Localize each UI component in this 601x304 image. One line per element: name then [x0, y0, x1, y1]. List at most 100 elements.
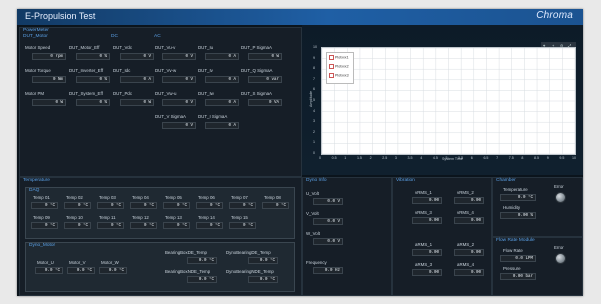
- pa-field-label: DUT_P SigmaA: [241, 45, 272, 50]
- pa-field-value: 0 V: [162, 99, 196, 106]
- bearing-field-value: 0.0 °C: [187, 276, 217, 283]
- pa-field-label: DUT_Idc: [113, 68, 131, 73]
- dyno-motor-field-label: Motor_U: [37, 260, 54, 265]
- temp-field-value: 0 °C: [130, 222, 157, 229]
- temp-field-label: Temp 02: [66, 195, 83, 200]
- x-tick-label: 3: [394, 156, 397, 160]
- temp-field-value: 0 °C: [64, 202, 91, 209]
- y-tick-label: 4: [313, 108, 315, 113]
- x-tick-label: 2: [369, 156, 372, 160]
- temp-field-value: 0 °C: [97, 222, 124, 229]
- temp-field-label: Temp 06: [198, 195, 215, 200]
- bearing-field-label: BearingBoxNDE_Temp: [165, 269, 211, 274]
- pa-field-label: DUT_Iw: [198, 91, 214, 96]
- dyno-info-field-value: 0.0 V: [313, 238, 343, 245]
- pa-field-label: DUT_Vdc: [113, 45, 133, 50]
- chart-legend: Plotxxx1 Plotxxx2 Plotxxx3: [326, 52, 354, 84]
- temp-field-value: 0 °C: [31, 222, 58, 229]
- pa-field-label: DUT_S SigmaA: [241, 91, 272, 96]
- pa-field-label: Motor PM: [25, 91, 45, 96]
- x-tick-label: 8: [521, 156, 524, 160]
- chamber-error-led: [555, 192, 566, 203]
- temperature-title: Temperature: [23, 178, 50, 183]
- pa-field-label: DUT_Pdc: [113, 91, 133, 96]
- chamber-title: Chamber: [496, 178, 516, 183]
- pa-field-value: 0 %: [76, 76, 110, 83]
- daq-title: DAQ: [29, 188, 40, 193]
- temp-field-value: 0 °C: [31, 202, 58, 209]
- temp-field-label: Temp 13: [165, 215, 182, 220]
- temp-field-value: 0 °C: [130, 202, 157, 209]
- section-dc: DC: [111, 34, 118, 39]
- vibration-panel: [392, 177, 492, 296]
- chart-xlabel: System Time: [442, 157, 463, 161]
- x-tick-label: 4.5: [432, 156, 438, 160]
- section-ac: AC: [154, 34, 161, 39]
- vibration-field-value: 0.00: [454, 197, 484, 204]
- vibration-field-label: aRMS_1: [415, 242, 433, 247]
- pressure-label: Pressure: [503, 266, 521, 271]
- pa-field-value: 0 W: [120, 99, 154, 106]
- x-tick-label: 6.5: [483, 156, 489, 160]
- pa-field-value: 0 A: [205, 76, 239, 83]
- x-tick-label: 1: [344, 156, 347, 160]
- pa-field-value: 0 A: [205, 99, 239, 106]
- dyno-motor-field-value: 0.0 °C: [67, 267, 95, 274]
- chamber-humidity-value: 0.00 %: [500, 212, 536, 219]
- section-dut-motor: DUT_Motor: [23, 34, 48, 39]
- pa-field-label: DUT_V SigmaA: [155, 114, 186, 119]
- vibration-field-value: 0.00: [412, 249, 442, 256]
- vibration-field-label: vRMS_1: [415, 190, 432, 195]
- x-tick-label: 9.5: [559, 156, 565, 160]
- bearing-field-value: 0.0 °C: [248, 257, 278, 264]
- vibration-field-value: 0.00: [454, 249, 484, 256]
- waveform-chart[interactable]: [321, 47, 576, 155]
- x-tick-label: 0.5: [331, 156, 337, 160]
- pa-field-value: 0 Nm: [32, 76, 66, 83]
- flow-error-label: Error: [554, 245, 564, 250]
- bearing-field-label: DynoBearingNDE_Temp: [226, 269, 274, 274]
- dyno-motor-field-value: 0.0 °C: [35, 267, 63, 274]
- temp-field-value: 0 °C: [196, 202, 223, 209]
- x-tick-label: 7: [496, 156, 499, 160]
- pa-field-value: 0 rpm: [32, 53, 66, 60]
- chamber-temperature-value: 0.0 °C: [500, 194, 536, 201]
- dyno-motor-field-label: Motor_V: [69, 260, 86, 265]
- dyno-motor-field-value: 0.0 °C: [99, 267, 127, 274]
- pa-field-label: DUT_Iu: [198, 45, 214, 50]
- pa-field-value: 0 %: [76, 99, 110, 106]
- x-tick-label: 10: [572, 156, 576, 160]
- pa-field-value: 0 V: [162, 53, 196, 60]
- bearing-field-value: 0.0 °C: [187, 257, 217, 264]
- x-tick-label: 7.5: [508, 156, 514, 160]
- temp-field-value: 0 °C: [229, 222, 256, 229]
- vibration-title: Vibration: [396, 178, 415, 183]
- flow-rate-title: Flow Rate Module: [496, 238, 535, 243]
- dyno-info-field-value: 0.0 V: [313, 218, 343, 225]
- dyno-info-field-label: W_Volt: [306, 231, 320, 236]
- temp-field-value: 0 °C: [64, 222, 91, 229]
- vibration-field-label: vRMS_3: [415, 210, 432, 215]
- temp-field-label: Temp 10: [66, 215, 83, 220]
- y-tick-label: 2: [313, 129, 315, 134]
- x-tick-label: 4: [420, 156, 423, 160]
- legend-item: Plotxxx3: [329, 73, 349, 78]
- y-tick-label: 0: [313, 151, 315, 155]
- temp-field-label: Temp 15: [231, 215, 248, 220]
- flow-rate-value: 0.0 LPM: [500, 255, 536, 262]
- dyno-info-field-label: U_Volt: [306, 191, 319, 196]
- temp-field-value: 0 °C: [229, 202, 256, 209]
- vibration-field-label: aRMS_3: [415, 262, 433, 267]
- pa-field-value: 0 A: [120, 76, 154, 83]
- y-tick-label: 8: [313, 66, 315, 71]
- temp-field-label: Temp 08: [264, 195, 281, 200]
- pa-field-label: DUT_Q SigmaA: [241, 68, 273, 73]
- pa-field-value: 0 W: [32, 99, 66, 106]
- vibration-field-value: 0.00: [412, 197, 442, 204]
- y-tick-label: 6: [313, 87, 315, 92]
- temp-field-label: Temp 03: [99, 195, 116, 200]
- bearing-field-value: 0.0 °C: [248, 276, 278, 283]
- vibration-field-value: 0.00: [454, 269, 484, 276]
- pa-field-label: DUT_Vv-w: [155, 68, 177, 73]
- pa-field-value: 0 W: [248, 53, 282, 60]
